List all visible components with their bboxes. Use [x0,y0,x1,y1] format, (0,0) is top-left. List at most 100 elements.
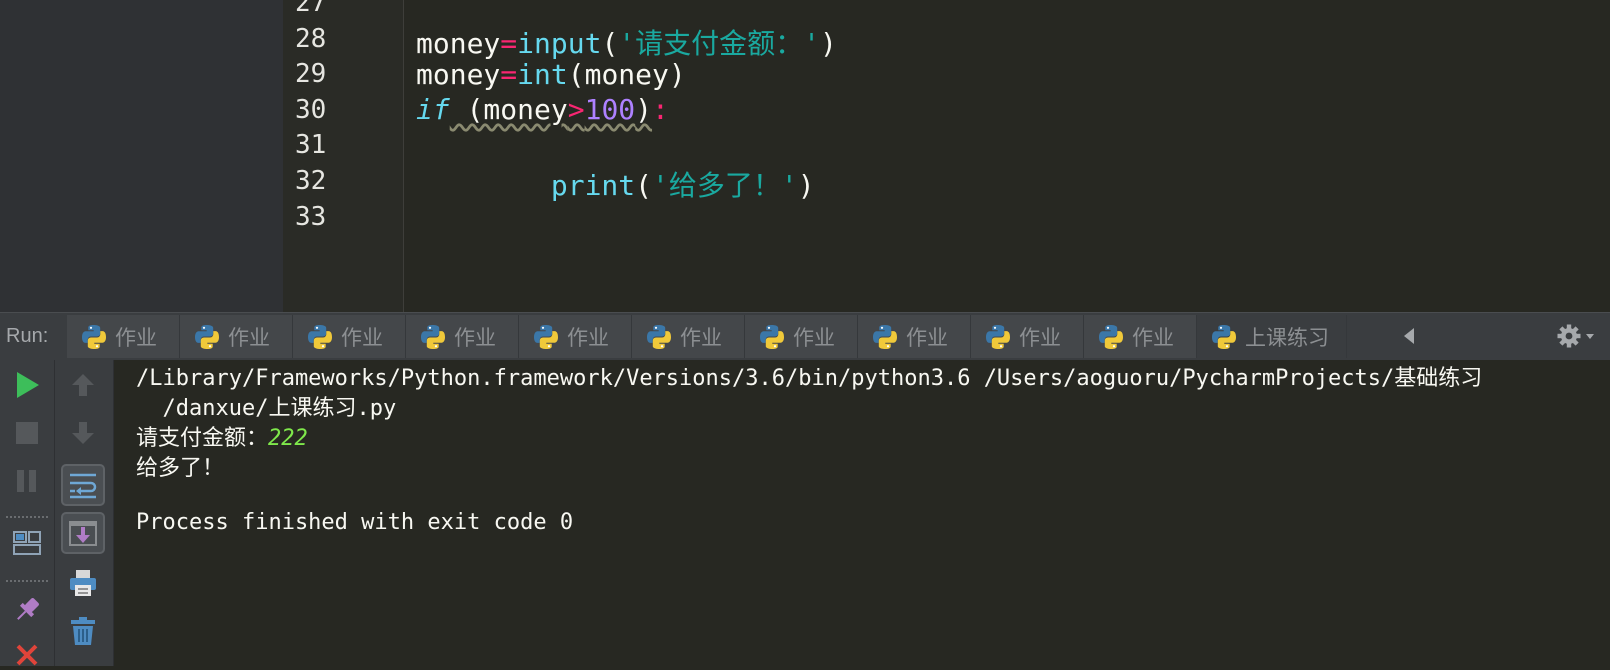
pin-tab-button[interactable] [8,592,46,628]
run-console[interactable]: /Library/Frameworks/Python.framework/Ver… [114,360,1610,666]
stop-icon [16,422,38,444]
line-number: 27 [295,0,327,18]
run-tab[interactable]: 作业 [745,315,858,358]
run-tab-label: 上课练习 [1245,325,1329,350]
code-token: 100 [584,93,636,126]
python-icon [195,324,219,349]
code-token: int [517,58,568,91]
run-tab[interactable]: 作业 [632,315,745,358]
run-tab[interactable]: 作业 [971,315,1084,358]
console-command-line-continued: /danxue/上课练习.py [136,396,397,421]
run-tab[interactable]: 作业 [519,315,632,358]
pause-icon [17,470,36,492]
line-number: 30 [295,95,327,125]
rerun-button[interactable] [10,368,44,402]
line-number: 28 [295,24,327,54]
run-tab[interactable]: 作业 [1084,315,1197,358]
run-tab[interactable]: 作业 [180,315,293,358]
down-arrow-icon [72,422,94,444]
run-tab-label: 作业 [454,325,496,350]
code-token: ) [820,27,837,60]
code-token: ) [797,169,815,202]
python-icon [82,324,106,349]
print-button[interactable] [66,566,100,600]
python-icon [1099,324,1123,349]
line-number-gutter: 27 28 29 30 31 32 33 [283,0,404,312]
run-tab-label: 作业 [115,325,157,350]
soft-wrap-icon [70,473,97,499]
restore-layout-button[interactable] [8,526,46,560]
line-number: 29 [295,59,327,89]
code-token: input [517,27,602,60]
code-line-28[interactable]: money=input('请支付金额：') [416,22,837,62]
console-actions-toolbar [55,360,114,666]
console-prompt: 请支付金额： [136,426,269,451]
line-number: 33 [295,202,327,232]
run-tab-label: 作业 [228,325,270,350]
pause-button[interactable] [10,464,44,498]
project-panel-area [0,0,283,312]
scroll-left-icon[interactable] [1400,325,1420,347]
scroll-to-end-button[interactable] [61,512,105,554]
python-icon [1212,324,1236,349]
toolbar-separator [6,516,48,518]
run-tab-label: 作业 [793,325,835,350]
run-tab-label: 作业 [567,325,609,350]
line-number: 32 [295,166,327,196]
code-token: money [416,58,501,91]
run-tab[interactable]: 作业 [67,315,180,358]
print-icon [70,570,96,596]
run-tab-label: 作业 [1132,325,1174,350]
run-tab-label: 作业 [1019,325,1061,350]
console-prompt-line[interactable]: 请支付金额：222 [136,420,308,452]
code-line-30[interactable]: if (money>100): [416,93,669,126]
previous-occurrence-button[interactable] [66,368,100,402]
stop-button[interactable] [10,416,44,450]
python-icon [421,324,445,349]
console-output: 给多了！ [136,456,225,481]
console-exit-message: Process finished with exit code 0 [136,510,574,535]
run-tab[interactable]: 作业 [293,315,406,358]
gear-icon[interactable] [1556,323,1596,349]
soft-wrap-button[interactable] [61,464,105,506]
code-line-32[interactable]: print('给多了！') [416,164,815,204]
python-icon [534,324,558,349]
close-icon [16,644,38,666]
run-actions-toolbar [0,360,55,666]
run-tab-label: 作业 [341,325,383,350]
code-token: money [416,27,501,60]
run-tab-label: 作业 [906,325,948,350]
code-token: : [652,93,669,126]
console-command-line: /Library/Frameworks/Python.framework/Ver… [136,366,1483,391]
toolbar-separator [6,580,48,582]
code-token: '给多了！' [652,169,798,202]
scroll-to-end-icon [69,521,97,546]
run-label: Run: [6,325,49,347]
code-line-29[interactable]: money=int(money) [416,58,686,91]
code-editor[interactable]: money=input('请支付金额：') money=int(money) i… [404,0,1610,312]
python-icon [873,324,897,349]
up-arrow-icon [72,374,94,396]
code-token: ( [601,27,619,60]
python-icon [760,324,784,349]
code-token: ( [635,169,653,202]
code-token: = [500,58,518,91]
code-token: = [500,27,518,60]
layout-icon [13,531,41,555]
line-number: 31 [295,130,327,160]
clear-all-button[interactable] [66,614,100,648]
run-icon [17,372,39,398]
code-token: print [550,169,636,202]
code-token: (money) [567,58,686,91]
python-icon [308,324,332,349]
run-tab[interactable]: 作业 [406,315,519,358]
trash-icon [71,617,95,645]
run-tab[interactable]: 作业 [858,315,971,358]
next-occurrence-button[interactable] [66,416,100,450]
run-tab[interactable]: 上课练习 [1197,315,1347,358]
code-token: '请支付金额：' [618,27,821,60]
python-icon [647,324,671,349]
python-icon [986,324,1010,349]
code-token: > [567,93,585,126]
